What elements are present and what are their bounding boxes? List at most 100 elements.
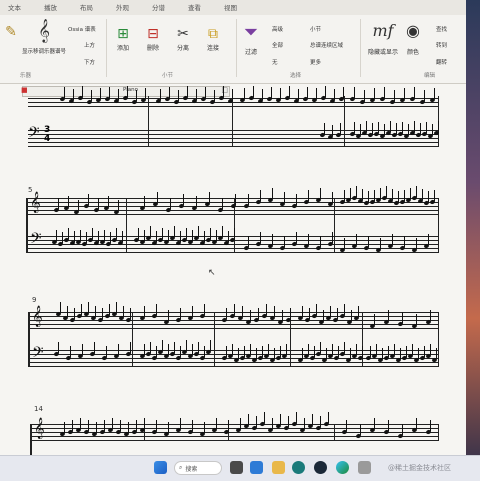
hide-show-button[interactable]: mf 隐藏或显示: [368, 21, 399, 57]
goto-button[interactable]: 转到: [436, 41, 447, 49]
note-stem: [332, 344, 333, 355]
note-stem: [95, 306, 96, 317]
bass-clef-icon: 𝄢: [30, 230, 42, 251]
note-stem: [72, 420, 73, 431]
note-stem: [337, 308, 338, 319]
hide-show-label: 隐藏或显示: [368, 49, 399, 56]
select-advanced-button[interactable]: 高级: [272, 25, 283, 33]
select-all-button[interactable]: 全部: [272, 41, 283, 49]
note-stem: [271, 87, 272, 98]
note-stem: [374, 418, 375, 429]
staff-line: [28, 138, 438, 139]
steam-icon[interactable]: [314, 461, 327, 474]
tab-text[interactable]: 文本: [8, 2, 21, 12]
windows-start-icon[interactable]: [154, 461, 167, 474]
note-stem: [235, 194, 236, 205]
app-icon[interactable]: [292, 461, 305, 474]
note-stem: [378, 122, 379, 133]
tab-view2[interactable]: 视图: [224, 2, 237, 12]
file-explorer-icon[interactable]: [272, 461, 285, 474]
note-stem: [198, 226, 199, 237]
staff-line: [28, 210, 438, 211]
filter-button[interactable]: ⏷ 过滤: [242, 22, 260, 57]
divider: [360, 19, 361, 77]
add-measure-button[interactable]: ⊞ 添加: [114, 25, 132, 52]
tab-play[interactable]: 播放: [44, 2, 57, 12]
widgets-icon[interactable]: [250, 461, 263, 474]
transpose-clef-button[interactable]: 𝄞 显示移调乐器谱号: [22, 18, 66, 55]
join-icon: ⧉: [208, 26, 218, 42]
musescore-taskbar-icon[interactable]: [358, 461, 371, 474]
note-stem: [296, 232, 297, 243]
select-system-button[interactable]: 总谱连续区域: [310, 41, 343, 49]
note-stem: [394, 90, 395, 101]
join-measure-button[interactable]: ⧉ 连接: [204, 25, 222, 52]
musescore-window: 文本 播放 布局 外观 分谱 查看 视图 ✎ 𝄞 显示移调乐器谱号 Ossia …: [0, 0, 466, 455]
note-stem: [183, 194, 184, 205]
note-stem: [258, 308, 259, 319]
staff-line: [30, 324, 438, 325]
edge-browser-icon[interactable]: [336, 461, 349, 474]
note-stem: [356, 186, 357, 197]
note-stem: [325, 86, 326, 97]
instrument-button[interactable]: ✎: [2, 23, 20, 41]
note-stem: [144, 196, 145, 207]
note-stem: [268, 344, 269, 355]
split-measure-button[interactable]: ✂ 分离: [174, 25, 192, 52]
note-stem: [144, 306, 145, 317]
note-stem: [118, 89, 119, 100]
select-more-button[interactable]: 更多: [310, 58, 321, 66]
task-view-icon[interactable]: [230, 461, 243, 474]
score-canvas[interactable]: [0, 84, 466, 455]
tab-layout[interactable]: 布局: [80, 2, 93, 12]
note-stem: [366, 121, 367, 132]
taskbar-search[interactable]: ⌕ 搜索: [174, 461, 222, 475]
note-stem: [192, 420, 193, 431]
note-stem: [100, 88, 101, 99]
ossia-down-button[interactable]: 下方: [84, 58, 95, 66]
find-button[interactable]: 查找: [436, 25, 447, 33]
note-stem: [420, 123, 421, 134]
color-button[interactable]: ◉ 颜色: [404, 20, 422, 57]
add-measure-icon: ⊞: [117, 26, 129, 42]
note-stem: [354, 122, 355, 133]
panel-close-icon[interactable]: ■: [21, 86, 28, 94]
note-stem: [123, 306, 124, 317]
note-stem: [156, 304, 157, 315]
note-stem: [127, 86, 128, 97]
staff-line: [28, 146, 438, 147]
note-stem: [434, 190, 435, 201]
note-stem: [364, 90, 365, 101]
note-stem: [416, 314, 417, 325]
delete-measure-button[interactable]: ⊟ 删除: [144, 25, 162, 52]
note-stem: [180, 418, 181, 429]
note-stem: [308, 344, 309, 355]
tab-parts[interactable]: 分谱: [152, 2, 165, 12]
join-measure-label: 连接: [206, 45, 219, 52]
select-bar-button[interactable]: 小节: [310, 25, 321, 33]
note-stem: [174, 342, 175, 353]
tab-appearance[interactable]: 外观: [116, 2, 129, 12]
barline: [148, 96, 149, 147]
barline: [438, 198, 439, 253]
note-stem: [316, 88, 317, 99]
note-stem: [338, 346, 339, 357]
note-stem: [98, 231, 99, 242]
watermark: @稀土掘金技术社区: [388, 464, 451, 472]
ossia-button[interactable]: Ossia 谱表: [68, 25, 96, 33]
ossia-up-button[interactable]: 上方: [84, 41, 95, 49]
select-none-button[interactable]: 无: [272, 58, 278, 66]
note-stem: [402, 424, 403, 435]
palette-icon: ◉: [406, 20, 420, 40]
note-stem: [102, 308, 103, 319]
flip-button[interactable]: 翻转: [436, 58, 447, 66]
note-stem: [266, 304, 267, 315]
staff-line: [32, 424, 438, 425]
note-stem: [82, 86, 83, 97]
note-stem: [109, 87, 110, 98]
tab-view[interactable]: 查看: [188, 2, 201, 12]
system-bracket: [30, 424, 32, 455]
treble-clef-icon: 𝄞: [32, 306, 43, 327]
note-stem: [174, 226, 175, 237]
note-stem: [91, 90, 92, 101]
